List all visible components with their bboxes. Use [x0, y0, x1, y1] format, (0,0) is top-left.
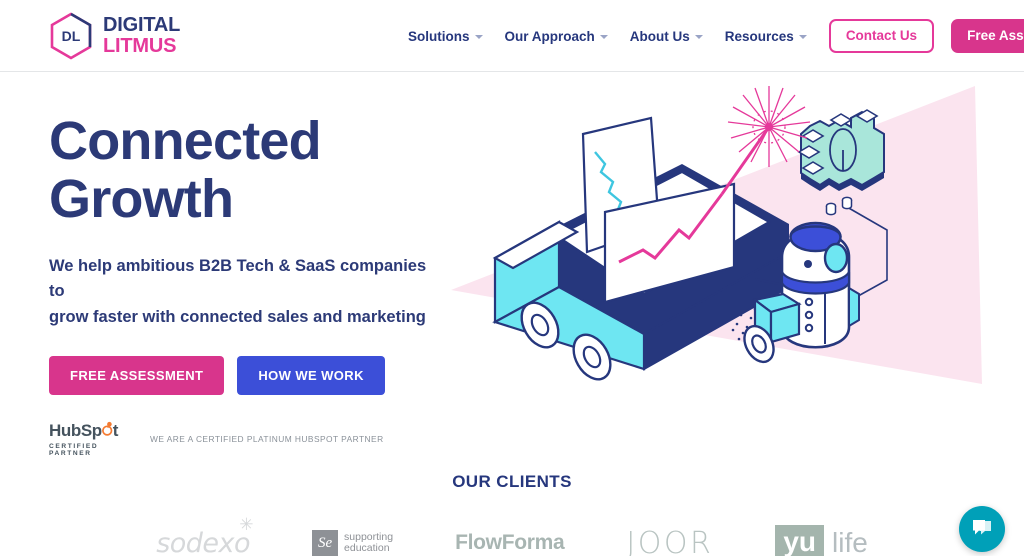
- nav-label: Our Approach: [504, 28, 595, 44]
- nav-item-about-us[interactable]: About Us: [630, 29, 703, 44]
- logo-line-litmus: LITMUS: [103, 35, 177, 57]
- logo[interactable]: DL DIGITAL LITMUS: [48, 11, 180, 60]
- supporting-education-mark-icon: Se: [312, 530, 339, 556]
- client-logo-supporting-education[interactable]: Se supporting education: [312, 530, 393, 556]
- supporting-education-wordmark: supporting education: [344, 531, 393, 554]
- chevron-down-icon: [798, 35, 807, 39]
- client-logo-yulife[interactable]: yu life: [775, 525, 868, 556]
- nav-label: Solutions: [408, 28, 470, 44]
- hero-illustration: [451, 86, 982, 384]
- main-navigation: Solutions Our Approach About Us Resource…: [408, 0, 1024, 72]
- client-logo-sodexo[interactable]: sodexo ✳: [156, 516, 253, 556]
- svg-text:DL: DL: [62, 28, 81, 44]
- free-assessment-nav-button[interactable]: Free Assessment: [951, 18, 1024, 54]
- chat-widget-button[interactable]: [959, 506, 1005, 552]
- nav-label: About Us: [629, 28, 690, 44]
- hubspot-certified-label: CERTIFIED PARTNER: [49, 443, 99, 458]
- hero-title-line1: Connected: [49, 111, 322, 171]
- chevron-down-icon: [599, 35, 608, 39]
- hero-copy: Connected Growth We help ambitious B2B T…: [49, 112, 429, 457]
- sodexo-wordmark: sodexo: [156, 527, 251, 556]
- yulife-box: yu: [775, 525, 824, 556]
- logo-line-digital: DIGITAL: [103, 14, 181, 36]
- chevron-down-icon: [694, 35, 703, 39]
- hubspot-partner-badge: HubSp t CERTIFIED PARTNER WE ARE A CERTI…: [49, 421, 429, 457]
- hubspot-logo: HubSp t CERTIFIED PARTNER: [49, 421, 131, 457]
- hero-cta-group: FREE ASSESSMENT HOW WE WORK: [49, 356, 429, 396]
- hubspot-sprocket-icon: [101, 422, 113, 437]
- client-logo-joor[interactable]: JOOR: [626, 526, 713, 556]
- chat-bubble-icon: [973, 520, 991, 535]
- hero-subtitle-line2: grow faster with connected sales and mar…: [49, 307, 426, 326]
- hero-section: Connected Growth We help ambitious B2B T…: [0, 72, 1024, 457]
- sodexo-star-icon: ✳: [239, 514, 254, 535]
- client-logo-flowforma[interactable]: FlowForma: [455, 531, 565, 555]
- supedu-line2: education: [344, 542, 390, 554]
- nav-item-our-approach[interactable]: Our Approach: [505, 29, 608, 44]
- contact-us-button[interactable]: Contact Us: [828, 18, 935, 54]
- nav-item-solutions[interactable]: Solutions: [408, 29, 483, 44]
- how-we-work-button[interactable]: HOW WE WORK: [237, 356, 385, 396]
- nav-item-resources[interactable]: Resources: [725, 29, 807, 44]
- clients-heading: OUR CLIENTS: [452, 472, 572, 491]
- nav-label: Resources: [724, 28, 794, 44]
- free-assessment-button[interactable]: FREE ASSESSMENT: [49, 356, 225, 396]
- hubspot-brand-tail: t: [112, 421, 119, 441]
- chevron-down-icon: [474, 35, 483, 39]
- yulife-tail: life: [832, 527, 868, 556]
- hero-subtitle-line1: We help ambitious B2B Tech & SaaS compan…: [49, 256, 427, 301]
- logo-hexagon-icon: DL: [50, 11, 92, 60]
- site-header: DL DIGITAL LITMUS Solutions Our Approach…: [0, 0, 1024, 72]
- client-logo-row: sodexo ✳ Se supporting education FlowFor…: [0, 516, 1024, 556]
- starburst-shape: [727, 86, 811, 167]
- partner-statement: WE ARE A CERTIFIED PLATINUM HUBSPOT PART…: [150, 434, 384, 445]
- logo-wordmark: DIGITAL LITMUS: [103, 15, 180, 56]
- hubspot-brand: HubSp: [49, 421, 102, 441]
- hubspot-wordmark: HubSp t: [49, 421, 131, 439]
- hero-subtitle: We help ambitious B2B Tech & SaaS compan…: [49, 254, 429, 331]
- hero-title-line2: Growth: [49, 169, 234, 230]
- page-title: Connected Growth: [49, 112, 429, 229]
- clients-section: OUR CLIENTS sodexo ✳ Se supporting educa…: [0, 472, 1024, 556]
